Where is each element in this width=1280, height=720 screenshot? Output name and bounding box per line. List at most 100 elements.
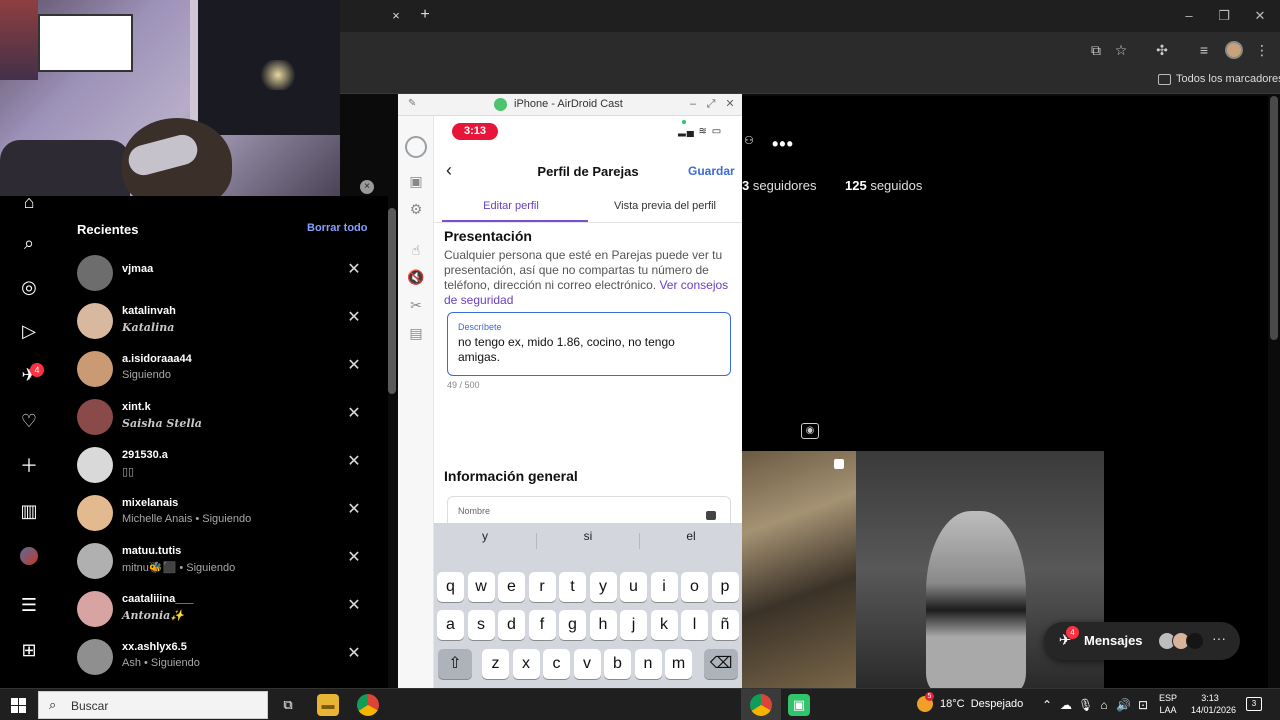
clear-all-button[interactable]: Borrar todo xyxy=(307,222,368,234)
apps-icon[interactable]: ⊞ xyxy=(16,637,42,663)
key-t[interactable]: t xyxy=(559,572,586,602)
account-icon[interactable] xyxy=(405,136,427,158)
key-c[interactable]: c xyxy=(543,649,570,679)
recent-item[interactable]: a.isidoraaa44 Siguiendo ✕ xyxy=(77,349,377,393)
weather-widget[interactable]: 18°C Despejado xyxy=(940,698,1023,710)
following-count[interactable]: 125 seguidos xyxy=(845,178,922,193)
backspace-key[interactable]: ⌫ xyxy=(704,649,738,679)
key-o[interactable]: o xyxy=(681,572,708,602)
suggestion[interactable]: el xyxy=(640,529,742,543)
airdroid-minimize-button[interactable]: – xyxy=(686,97,700,111)
shift-key[interactable]: ⇧ xyxy=(438,649,472,679)
key-m[interactable]: m xyxy=(665,649,692,679)
mic-mute-icon[interactable]: ✂ xyxy=(407,296,425,314)
key-d[interactable]: d xyxy=(498,610,525,640)
maximize-button[interactable]: ❐ xyxy=(1213,6,1235,26)
profile-avatar-nav[interactable] xyxy=(20,547,38,565)
key-z[interactable]: z xyxy=(482,649,509,679)
key-e[interactable]: e xyxy=(498,572,525,602)
language-indicator[interactable]: ESP LAA xyxy=(1159,692,1177,716)
key-b[interactable]: b xyxy=(604,649,631,679)
suggestion[interactable]: si xyxy=(537,529,639,543)
key-w[interactable]: w xyxy=(467,572,495,602)
key-y[interactable]: y xyxy=(589,572,617,602)
airdroid-close-button[interactable]: ✕ xyxy=(723,97,737,111)
tray-battery-icon[interactable]: ⊡ xyxy=(1136,698,1150,712)
star-icon[interactable]: ☆ xyxy=(1111,40,1131,60)
notification-icon[interactable]: 3 xyxy=(1246,697,1262,711)
remove-recent-icon[interactable]: ✕ xyxy=(345,357,363,375)
key-j[interactable]: j xyxy=(620,610,647,640)
screen-record-icon[interactable]: ▣ xyxy=(407,172,425,190)
tray-network-icon[interactable]: ⌂ xyxy=(1097,698,1111,712)
recent-item[interactable]: vjmaa ✕ xyxy=(77,253,377,297)
airdroid-cast-icon[interactable]: ▣ xyxy=(788,694,810,716)
key-f[interactable]: f xyxy=(528,610,556,640)
webcam-close-icon[interactable]: × xyxy=(360,180,374,194)
pin-icon[interactable]: ✎ xyxy=(408,98,420,110)
key-p[interactable]: p xyxy=(711,572,739,602)
save-button[interactable]: Guardar xyxy=(688,164,735,178)
recent-item[interactable]: xint.k Saisha Stella ✕ xyxy=(77,397,377,441)
key-s[interactable]: s xyxy=(467,610,495,640)
remove-recent-icon[interactable]: ✕ xyxy=(345,501,363,519)
file-icon[interactable]: ▤ xyxy=(407,324,425,342)
key-h[interactable]: h xyxy=(589,610,617,640)
page-scrollbar[interactable] xyxy=(1270,96,1278,340)
minimize-button[interactable]: – xyxy=(1178,6,1200,26)
key-n[interactable]: n xyxy=(634,649,662,679)
key-r[interactable]: r xyxy=(528,572,556,602)
settings-icon[interactable]: ⚙ xyxy=(407,200,425,218)
media-icon[interactable]: ≡ xyxy=(1194,40,1214,60)
menu-lines-icon[interactable]: ☰ xyxy=(16,592,42,618)
remove-recent-icon[interactable]: ✕ xyxy=(345,309,363,327)
search-icon[interactable]: ⌕ xyxy=(16,230,42,256)
taskbar-search[interactable]: ⌕ Buscar xyxy=(38,691,268,719)
tray-chevron-icon[interactable]: ⌃ xyxy=(1040,698,1054,712)
remove-recent-icon[interactable]: ✕ xyxy=(345,405,363,423)
cast-icon[interactable]: ⧉ xyxy=(1086,40,1106,60)
remove-recent-icon[interactable]: ✕ xyxy=(345,549,363,567)
more-options-icon[interactable]: ••• xyxy=(772,134,794,155)
search-scrollbar[interactable] xyxy=(388,208,396,394)
remove-recent-icon[interactable]: ✕ xyxy=(345,645,363,663)
menu-icon[interactable]: ⋮ xyxy=(1252,40,1272,60)
close-window-button[interactable]: ✕ xyxy=(1249,6,1271,26)
suggestion[interactable]: y xyxy=(434,529,536,543)
extensions-icon[interactable]: ✣ xyxy=(1152,40,1172,60)
chrome-icon[interactable] xyxy=(357,694,379,716)
tab-preview-profile[interactable]: Vista previa del perfil xyxy=(588,200,742,212)
profile-photo-1[interactable] xyxy=(742,451,856,688)
file-explorer-icon[interactable]: ▬ xyxy=(317,694,339,716)
key-g[interactable]: g xyxy=(559,610,586,640)
heart-icon[interactable]: ♡ xyxy=(16,408,42,434)
recent-item[interactable]: caataliiina___ Antonia✨ ✕ xyxy=(77,589,377,633)
webcam-overlay[interactable] xyxy=(0,0,340,196)
tab-edit-profile[interactable]: Editar perfil xyxy=(434,200,588,212)
clock[interactable]: 3:13 14/01/2026 xyxy=(1191,692,1236,716)
messages-pill[interactable]: ✈ 4 Mensajes ··· xyxy=(1044,622,1240,660)
create-icon[interactable]: ＋ xyxy=(16,453,42,479)
tab-close-icon[interactable]: × xyxy=(388,8,404,24)
tray-mic-icon[interactable]: 🎙 xyxy=(1078,698,1093,712)
remove-recent-icon[interactable]: ✕ xyxy=(345,261,363,279)
remove-recent-icon[interactable]: ✕ xyxy=(345,597,363,615)
key-ñ[interactable]: ñ xyxy=(711,610,739,640)
recent-item[interactable]: matuu.tutis mitnu🐝⬛ • Siguiendo ✕ xyxy=(77,541,377,585)
reels-icon[interactable]: ▷ xyxy=(16,318,42,344)
task-view-icon[interactable]: ⧉ xyxy=(277,694,299,716)
recent-item[interactable]: katalinvah Katalina ✕ xyxy=(77,301,377,345)
remove-recent-icon[interactable]: ✕ xyxy=(345,453,363,471)
airdroid-fullscreen-button[interactable]: ⤢ xyxy=(704,97,718,111)
speaker-mute-icon[interactable]: 🔇 xyxy=(407,268,425,286)
chrome-running-icon[interactable] xyxy=(750,694,772,716)
profile-avatar[interactable] xyxy=(1225,41,1243,59)
tagged-camera-icon[interactable]: ◉ xyxy=(801,423,819,439)
key-v[interactable]: v xyxy=(573,649,601,679)
key-i[interactable]: i xyxy=(650,572,678,602)
key-u[interactable]: u xyxy=(620,572,647,602)
key-k[interactable]: k xyxy=(650,610,678,640)
key-x[interactable]: x xyxy=(512,649,540,679)
touch-icon[interactable]: ☝ xyxy=(407,241,425,259)
followers-count[interactable]: 3 seguidores xyxy=(742,178,816,193)
